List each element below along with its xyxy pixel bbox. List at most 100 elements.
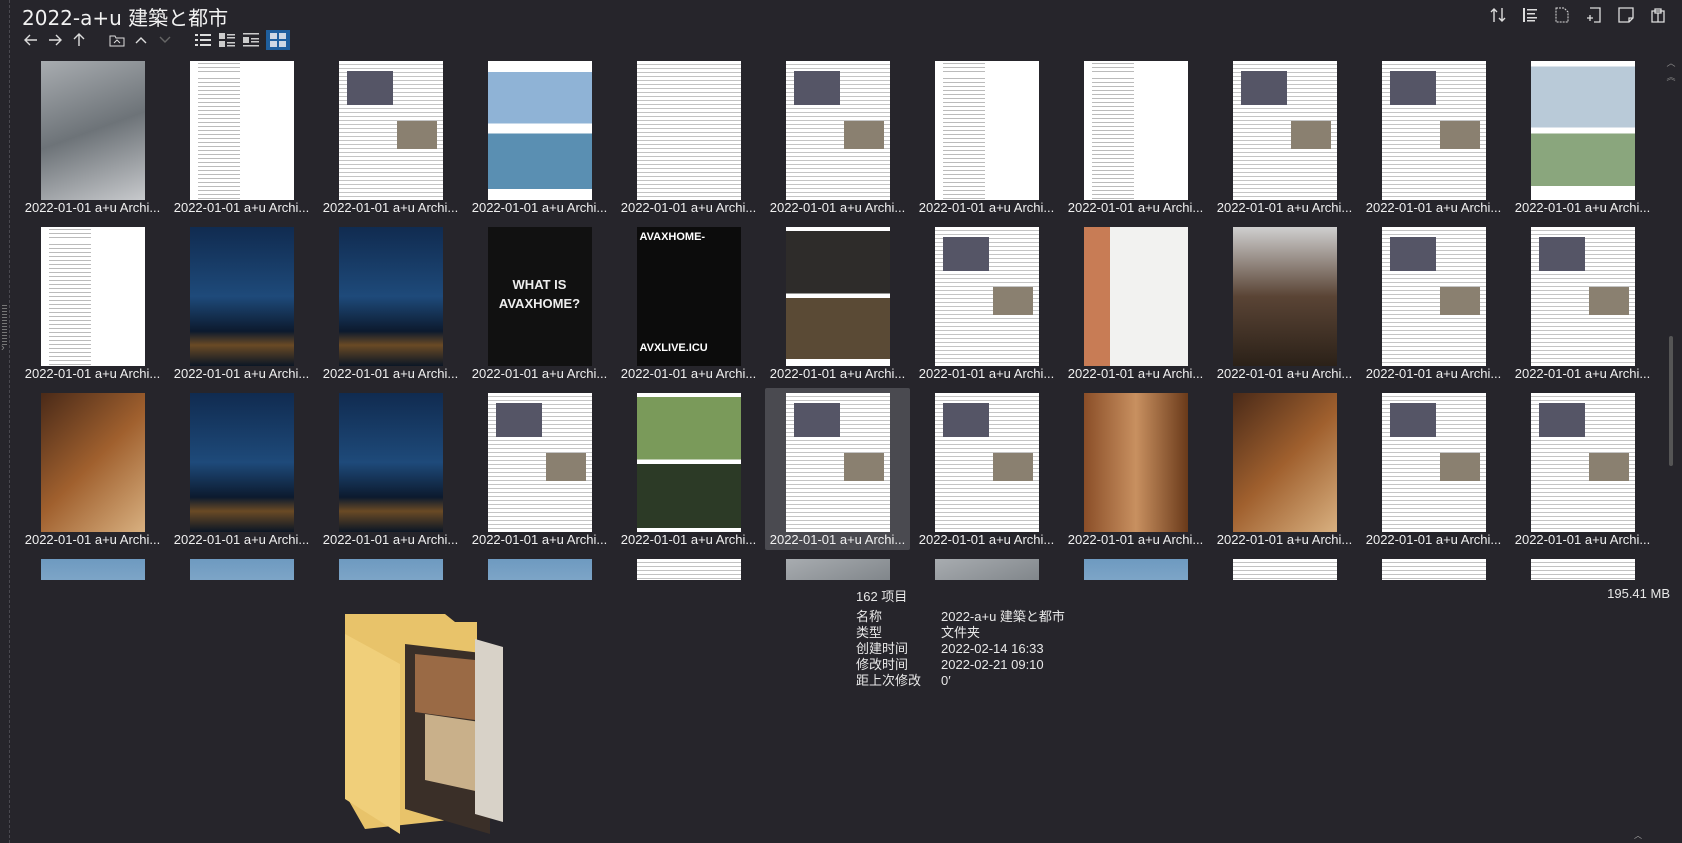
file-tile[interactable] — [318, 554, 463, 580]
properties-icon[interactable] — [1520, 4, 1540, 26]
back-icon[interactable] — [22, 31, 40, 49]
file-name: 2022-01-01 a+u Archi... — [1365, 532, 1502, 547]
file-tile[interactable]: 2022-01-01 a+u Archi... — [318, 222, 463, 384]
file-tile[interactable]: 2022-01-01 a+u Archi... — [467, 388, 612, 550]
file-tile[interactable]: 2022-01-01 a+u Archi... — [1063, 222, 1208, 384]
file-thumbnail — [40, 393, 145, 532]
file-tile[interactable]: 2022-01-01 a+u Archi... — [1063, 56, 1208, 218]
file-tile[interactable] — [1510, 554, 1655, 580]
property-row: 修改时间 2022-02-21 09:10 — [856, 657, 1065, 673]
navigation-toolbar — [22, 30, 290, 50]
property-row: 类型 文件夹 — [856, 625, 1065, 641]
file-thumbnail — [785, 227, 890, 366]
up-icon[interactable] — [70, 31, 88, 49]
file-tile[interactable]: 2022-01-01 a+u Archi... — [1510, 222, 1655, 384]
file-tile[interactable]: 2022-01-01 a+u Archi... — [616, 388, 761, 550]
file-tile[interactable]: 2022-01-01 a+u Archi... — [169, 222, 314, 384]
file-tile[interactable]: 2022-01-01 a+u Archi... — [765, 56, 910, 218]
file-tile[interactable] — [914, 554, 1059, 580]
file-tile[interactable]: 2022-01-01 a+u Archi... — [1361, 56, 1506, 218]
file-tile[interactable]: 2022-01-01 a+u Archi... — [1361, 222, 1506, 384]
file-tile[interactable]: WHAT IS AVAXHOME? 2022-01-01 a+u Archi... — [467, 222, 612, 384]
file-thumbnail — [189, 61, 294, 200]
file-tile[interactable]: 2022-01-01 a+u Archi... — [765, 388, 910, 550]
file-name: 2022-01-01 a+u Archi... — [1216, 200, 1353, 215]
file-thumbnail — [487, 393, 592, 532]
property-value: 文件夹 — [941, 625, 981, 640]
file-tile[interactable] — [1063, 554, 1208, 580]
file-tile[interactable]: 2022-01-01 a+u Archi... — [169, 388, 314, 550]
file-tile[interactable]: 2022-01-01 a+u Archi... — [914, 56, 1059, 218]
file-thumbnail — [1083, 559, 1188, 580]
details-view-icon[interactable] — [218, 31, 236, 49]
property-value: 2022-02-14 16:33 — [941, 641, 1044, 656]
file-tile[interactable]: 2022-01-01 a+u Archi... — [1510, 388, 1655, 550]
property-row: 创建时间 2022-02-14 16:33 — [856, 641, 1065, 657]
file-name: 2022-01-01 a+u Archi... — [173, 200, 310, 215]
file-name: 2022-01-01 a+u Archi... — [620, 200, 757, 215]
folder-icon[interactable] — [108, 31, 126, 49]
file-tile[interactable]: 2022-01-01 a+u Archi... — [318, 388, 463, 550]
file-tile[interactable] — [765, 554, 910, 580]
file-thumbnail — [338, 393, 443, 532]
file-tile[interactable]: 2022-01-01 a+u Archi... — [1361, 388, 1506, 550]
file-thumbnail — [636, 559, 741, 580]
file-thumbnail — [785, 559, 890, 580]
file-tile[interactable]: 2022-01-01 a+u Archi... — [1212, 56, 1357, 218]
file-tile[interactable]: 2022-01-01 a+u Archi... — [914, 222, 1059, 384]
chevron-up-icon[interactable] — [132, 31, 150, 49]
expand-pane-icon[interactable]: › — [1, 342, 5, 354]
file-tile[interactable]: 2022-01-01 a+u Archi... — [1212, 388, 1357, 550]
drag-handle[interactable] — [2, 305, 7, 345]
chevron-down-icon[interactable] — [156, 31, 174, 49]
file-name: 2022-01-01 a+u Archi... — [471, 366, 608, 381]
thumbnails-view-icon[interactable] — [266, 30, 290, 50]
file-thumbnail — [1381, 61, 1486, 200]
window-title: 2022-a+u 建築と都市 — [22, 6, 229, 30]
file-tile[interactable]: 2022-01-01 a+u Archi... — [20, 388, 165, 550]
file-thumbnail — [1232, 227, 1337, 366]
file-name: 2022-01-01 a+u Archi... — [1365, 366, 1502, 381]
properties-list: 名称 2022-a+u 建築と都市 类型 文件夹 创建时间 2022-02-14 16:3… — [856, 609, 1065, 689]
file-tile[interactable]: 2022-01-01 a+u Archi... — [169, 56, 314, 218]
item-count: 162 项目 — [856, 589, 908, 604]
clipboard-icon[interactable] — [1648, 4, 1668, 26]
file-tile[interactable] — [169, 554, 314, 580]
file-tile[interactable]: 2022-01-01 a+u Archi... — [1212, 222, 1357, 384]
scroll-top-icon[interactable]: ︽ — [1666, 70, 1676, 84]
file-tile[interactable] — [20, 554, 165, 580]
new-item-icon[interactable] — [1584, 4, 1604, 26]
property-key: 类型 — [856, 625, 883, 640]
file-tile[interactable]: AVAXHOME- AVXLIVE.ICU 2022-01-01 a+u Archi… — [616, 222, 761, 384]
vertical-scrollbar[interactable]: ︿ ︽ — [1666, 56, 1676, 580]
file-thumbnail: AVAXHOME- AVXLIVE.ICU — [636, 227, 741, 366]
file-name: 2022-01-01 a+u Archi... — [471, 200, 608, 215]
file-tile[interactable]: 2022-01-01 a+u Archi... — [616, 56, 761, 218]
total-size: 195.41 MB — [1607, 586, 1670, 601]
file-tile[interactable] — [467, 554, 612, 580]
file-tile[interactable]: 2022-01-01 a+u Archi... — [20, 56, 165, 218]
file-tile[interactable] — [616, 554, 761, 580]
sort-icon[interactable] — [1488, 4, 1508, 26]
file-tile[interactable]: 2022-01-01 a+u Archi... — [765, 222, 910, 384]
file-tile[interactable]: 2022-01-01 a+u Archi... — [318, 56, 463, 218]
file-tile[interactable] — [1212, 554, 1357, 580]
file-tile[interactable] — [1361, 554, 1506, 580]
file-tile[interactable]: 2022-01-01 a+u Archi... — [1510, 56, 1655, 218]
tiles-view-icon[interactable] — [242, 31, 260, 49]
file-tile[interactable]: 2022-01-01 a+u Archi... — [467, 56, 612, 218]
file-tile[interactable]: 2022-01-01 a+u Archi... — [914, 388, 1059, 550]
list-view-icon[interactable] — [194, 31, 212, 49]
file-thumbnail — [1083, 393, 1188, 532]
file-thumbnail — [1530, 61, 1635, 200]
scrollbar-thumb[interactable] — [1669, 336, 1673, 466]
note-icon[interactable] — [1616, 4, 1636, 26]
file-tile[interactable]: 2022-01-01 a+u Archi... — [20, 222, 165, 384]
scroll-up-icon[interactable]: ︿ — [1666, 56, 1676, 70]
property-key: 距上次修改 — [856, 673, 922, 688]
file-thumbnail — [487, 559, 592, 580]
forward-icon[interactable] — [46, 31, 64, 49]
new-file-icon[interactable] — [1552, 4, 1572, 26]
file-thumbnail — [338, 61, 443, 200]
file-tile[interactable]: 2022-01-01 a+u Archi... — [1063, 388, 1208, 550]
